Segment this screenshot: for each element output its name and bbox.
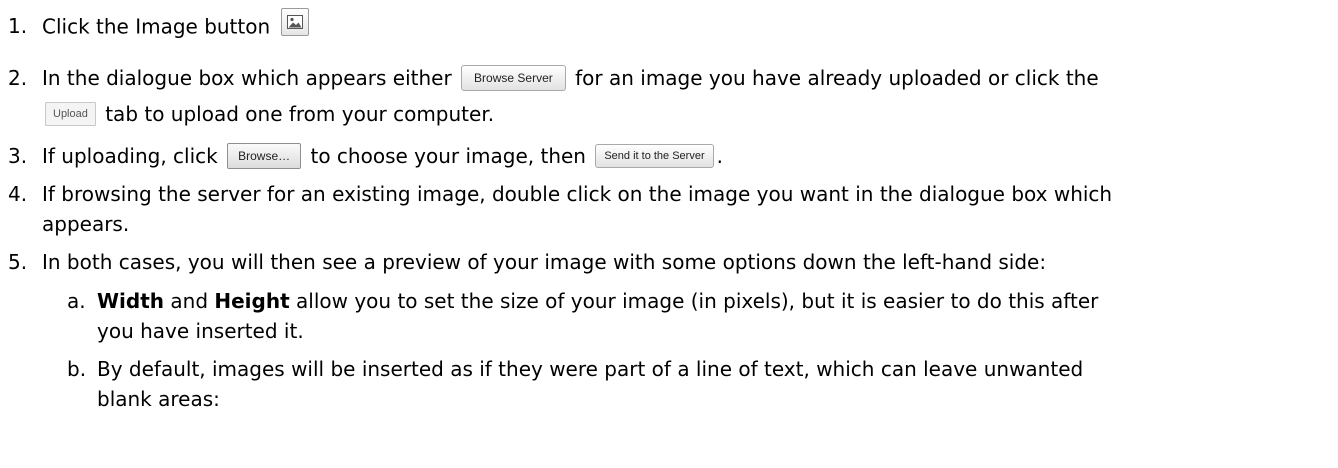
step-number: 2. — [8, 66, 28, 90]
upload-tab[interactable]: Upload — [45, 101, 96, 126]
step-text: In the dialogue box which appears either… — [42, 64, 1099, 93]
step-3-period: . — [716, 144, 723, 168]
substep-letter: b. — [67, 357, 87, 381]
width-label: Width — [97, 289, 165, 313]
step-number: 4. — [8, 182, 28, 206]
step-text: If browsing the server for an existing i… — [42, 182, 1113, 206]
substep-text: By default, images will be inserted as i… — [97, 357, 1084, 381]
step-text: If uploading, click Browse… to choose yo… — [42, 142, 723, 171]
step-number: 5. — [8, 250, 28, 274]
image-icon — [286, 15, 303, 29]
image-button[interactable] — [280, 8, 309, 36]
and-text: and — [164, 289, 215, 313]
step-3-text-mid: to choose your image, then — [310, 144, 586, 168]
step-number: 1. — [8, 14, 28, 38]
step-text-line2: appears. — [42, 212, 130, 236]
substep-text: Width and Height allow you to set the si… — [97, 289, 1098, 313]
step-3-text: If uploading, click — [42, 144, 218, 168]
height-label: Height — [214, 289, 290, 313]
substep-letter: a. — [67, 289, 86, 313]
step-text-line2: Upload tab to upload one from your compu… — [42, 101, 495, 128]
step-1-text: Click the Image button — [42, 14, 271, 39]
substep-text-line2: you have inserted it. — [97, 319, 304, 343]
browse-button[interactable]: Browse… — [227, 142, 302, 169]
browse-server-button[interactable]: Browse Server — [461, 64, 566, 91]
step-text: Click the Image button — [42, 8, 309, 42]
step-number: 3. — [8, 144, 28, 168]
substep-text-line2: blank areas: — [97, 387, 220, 411]
step-2-text-line2: tab to upload one from your computer. — [105, 102, 495, 126]
step-2-text-cont: for an image you have already uploaded o… — [575, 66, 1099, 90]
step-2-text: In the dialogue box which appears either — [42, 66, 452, 90]
substep-a-text: allow you to set the size of your image … — [289, 289, 1099, 313]
step-text: In both cases, you will then see a previ… — [42, 250, 1047, 274]
send-to-server-button[interactable]: Send it to the Server — [595, 143, 714, 168]
